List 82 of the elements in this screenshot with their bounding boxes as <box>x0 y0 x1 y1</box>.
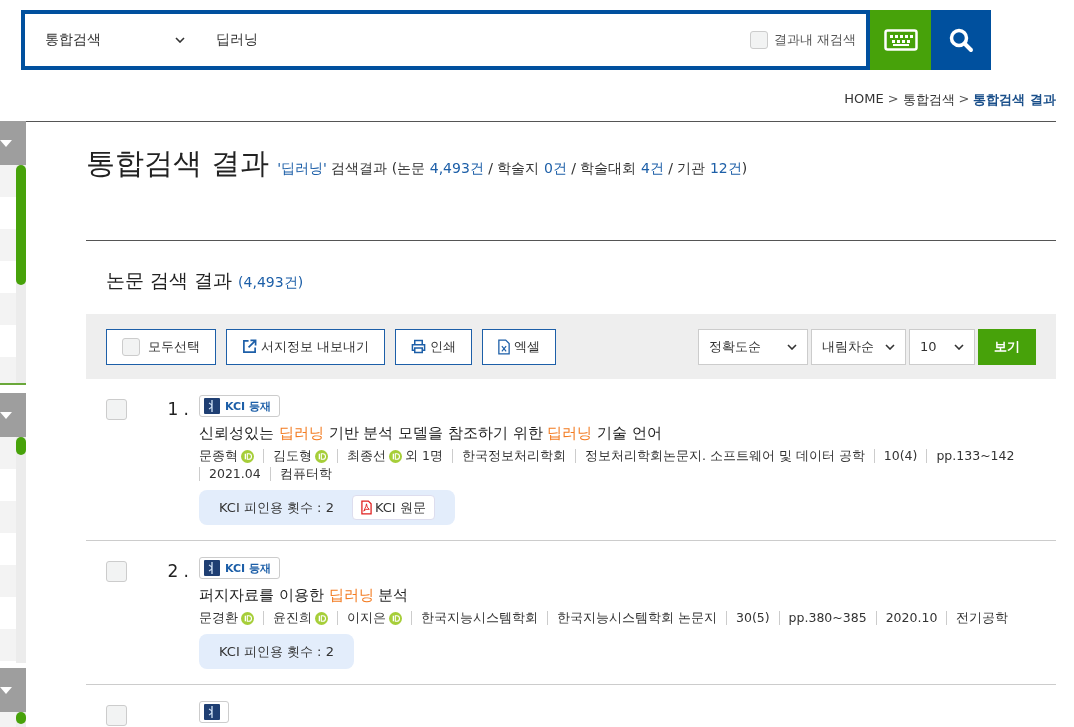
caret-icon <box>787 343 797 350</box>
meta-text: pp.133~142 <box>936 449 1015 463</box>
kci-badge: KCI 등재 <box>199 395 281 417</box>
kci-logo-icon <box>204 398 220 414</box>
meta-text: 전기공학 <box>956 611 1009 625</box>
result-number: 2 . <box>166 561 190 581</box>
result-count: (4,493건) <box>238 274 304 292</box>
meta-text: 2021.04 <box>209 467 261 481</box>
breadcrumb-current: 통합검색 결과 <box>973 91 1056 109</box>
keyboard-button[interactable] <box>870 10 931 70</box>
citation-count: KCI 피인용 횟수 : 2 <box>219 642 334 661</box>
caret-icon <box>0 411 12 419</box>
printer-icon <box>411 339 427 354</box>
id-icon[interactable] <box>241 611 254 625</box>
fulltext-button[interactable]: KCI 원문 <box>351 495 435 520</box>
caret-icon <box>0 139 12 147</box>
author-count: 외 1명 <box>405 449 443 463</box>
page-title: 통합검색 결과 <box>86 145 270 182</box>
panel-header[interactable] <box>0 393 26 437</box>
id-icon[interactable] <box>241 449 254 463</box>
kci-logo-icon <box>204 704 220 720</box>
id-icon[interactable] <box>315 611 328 625</box>
author-name[interactable]: 문경환 <box>199 611 238 625</box>
breadcrumb-link[interactable]: 통합검색 <box>902 91 955 111</box>
scrollbar-thumb[interactable] <box>16 437 26 455</box>
meta-text: 30(5) <box>736 611 770 625</box>
breadcrumb-separator: > <box>887 91 899 108</box>
caret-icon <box>885 343 895 350</box>
result-title[interactable]: 퍼지자료를 이용한 딥러닝 분석 <box>199 586 1056 605</box>
kci-badge: KCI 등재 <box>199 557 281 579</box>
pdf-icon <box>360 500 372 515</box>
caret-icon <box>0 686 12 694</box>
result-checkbox[interactable] <box>106 705 127 726</box>
breadcrumb-separator: > <box>958 91 970 108</box>
search-icon <box>948 27 974 53</box>
kci-logo-icon <box>204 560 220 576</box>
meta-text: 한국지능시스템학회 논문지 <box>557 611 717 625</box>
citation-count: KCI 피인용 횟수 : 2 <box>219 498 334 517</box>
search-button[interactable] <box>931 10 991 70</box>
section-title: 논문 검색 결과 <box>106 268 233 293</box>
author-name[interactable]: 문종혁 <box>199 449 238 463</box>
refine-checkbox[interactable] <box>749 31 768 49</box>
scrollbar-track[interactable] <box>16 165 26 383</box>
excel-button[interactable]: 엑셀 <box>482 328 557 365</box>
meta-text: pp.380~385 <box>788 611 867 625</box>
meta-text: 한국지능시스템학회 <box>421 611 538 625</box>
panel-header[interactable] <box>0 121 26 165</box>
caret-icon <box>954 343 964 350</box>
refine-label: 결과내 재검색 <box>773 31 856 49</box>
spreadsheet-file-icon <box>498 338 511 355</box>
meta-text: 10(4) <box>883 449 918 463</box>
result-checkbox[interactable] <box>106 399 127 420</box>
result-checkbox[interactable] <box>106 561 127 582</box>
keyboard-icon <box>883 29 918 51</box>
meta-text: 컴퓨터학 <box>279 467 332 481</box>
result-summary: '딥러닝' 검색결과 (논문 4,493건 / 학술지 0건 / 학술대회 4건 / 기관 12건) <box>277 160 748 178</box>
scrollbar-thumb[interactable] <box>16 165 26 285</box>
author-name[interactable]: 김도형 <box>273 449 312 463</box>
id-icon[interactable] <box>389 611 402 625</box>
sort-select[interactable]: 정확도순 <box>698 328 808 365</box>
id-icon[interactable] <box>315 449 328 463</box>
caret-icon <box>175 37 185 43</box>
result-number: 1 . <box>166 399 190 419</box>
author-name[interactable]: 이지은 <box>347 611 386 625</box>
sort-select[interactable]: 내림차순 <box>811 328 906 365</box>
select-all-button[interactable]: 모두선택 <box>106 328 216 365</box>
external-link-icon <box>242 339 257 354</box>
print-button[interactable]: 인쇄 <box>395 328 473 365</box>
result-title[interactable]: 신뢰성있는 딥러닝 기반 분석 모델을 참조하기 위한 딥러닝 기술 언어 <box>199 424 1056 443</box>
author-name[interactable]: 최종선 <box>347 449 386 463</box>
breadcrumb-link[interactable]: HOME <box>844 91 884 111</box>
author-name[interactable]: 윤진희 <box>273 611 312 625</box>
sort-select[interactable]: 10 <box>909 328 975 365</box>
meta-text: 정보처리학회논문지. 소프트웨어 및 데이터 공학 <box>584 449 865 463</box>
search-field[interactable]: 딥러닝 <box>216 32 750 48</box>
meta-text: 2020.10 <box>885 611 938 625</box>
id-icon[interactable] <box>389 449 402 463</box>
scope-select[interactable]: 통합검색 <box>45 31 185 49</box>
scrollbar-track[interactable] <box>16 437 26 663</box>
panel-header[interactable] <box>0 668 26 712</box>
meta-text: 한국정보처리학회 <box>461 449 566 463</box>
export-button[interactable]: 서지정보 내보내기 <box>226 328 386 365</box>
